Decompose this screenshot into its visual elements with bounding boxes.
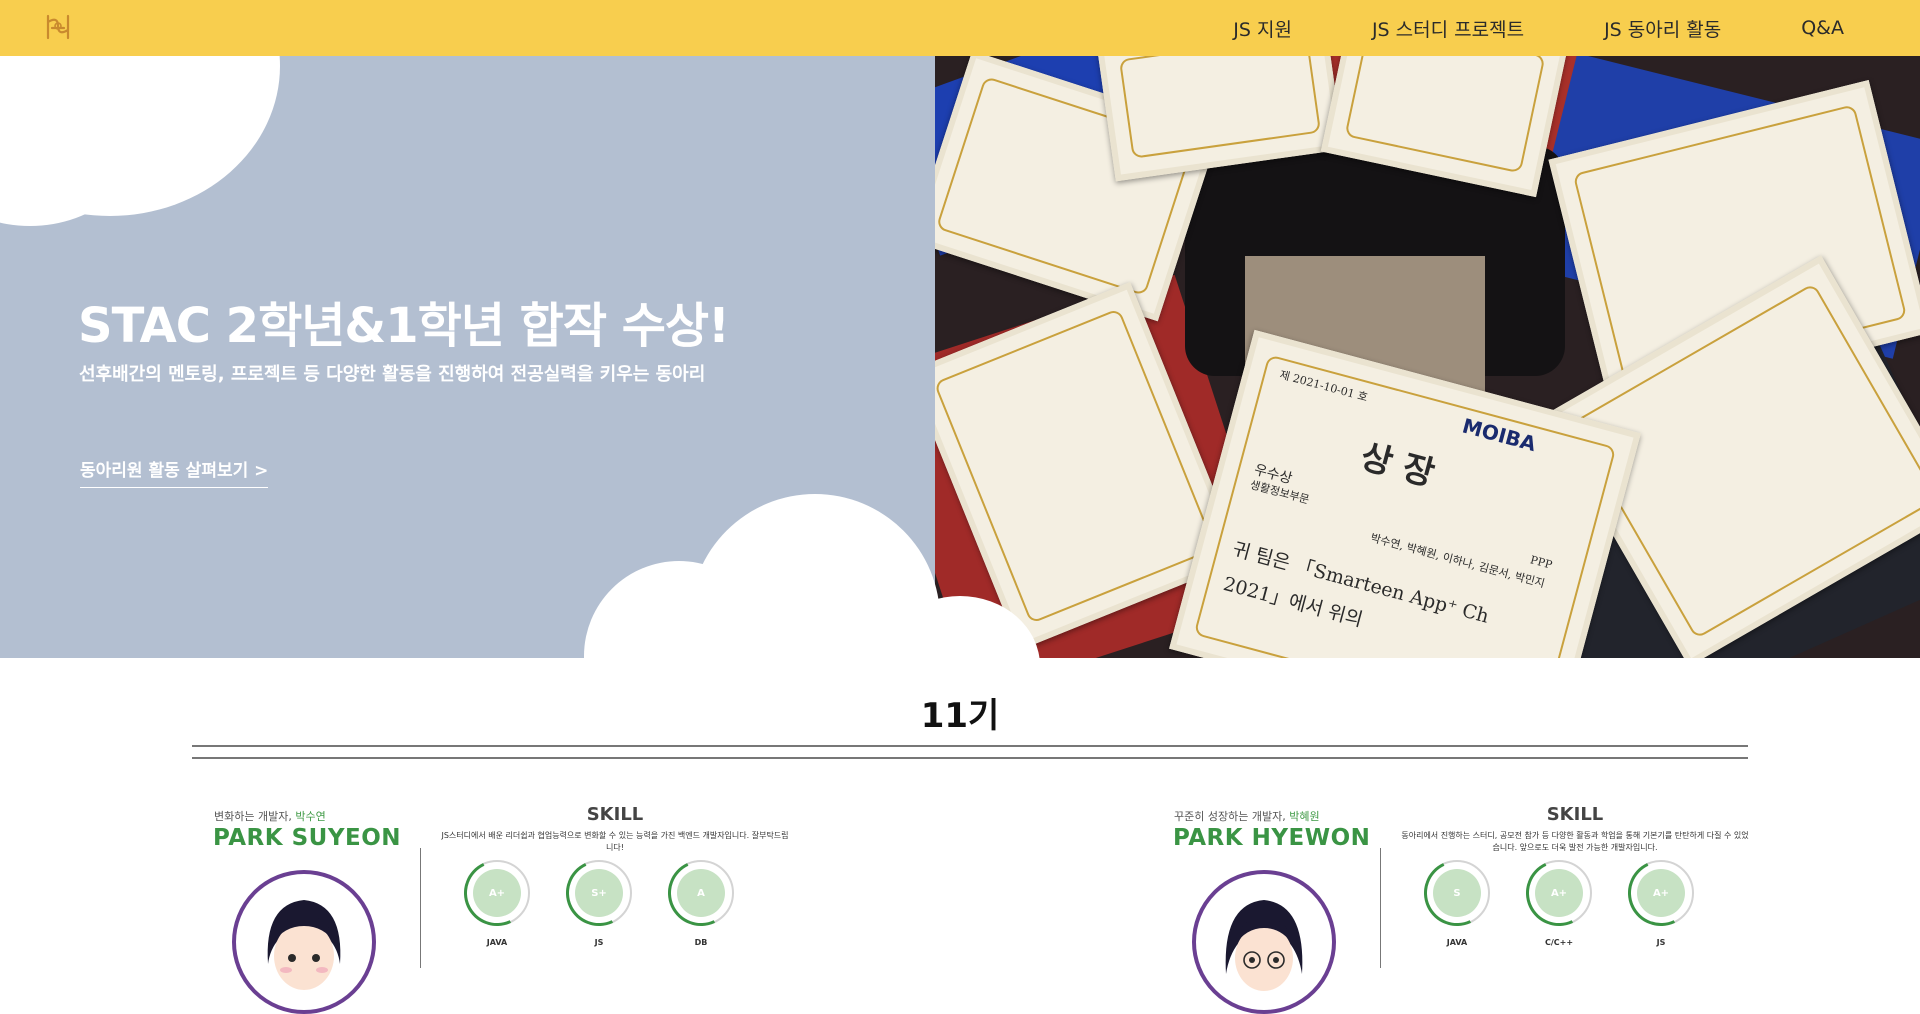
skill-badge: S+ JS — [556, 850, 642, 948]
skill-label: DB — [694, 938, 708, 947]
profile-korean-name: 박혜원 — [1289, 810, 1320, 823]
profile-name: PARK SUYEON — [213, 825, 401, 851]
certificate-main: 제 2021-10-01 호 MOIBA 상 장 우수상 생활정보부문 PPP … — [1169, 329, 1641, 658]
profile-korean-name: 박수연 — [295, 810, 326, 823]
skill-grade: A+ — [473, 869, 521, 917]
skill-grade: S — [1433, 869, 1481, 917]
nav-item-qna[interactable]: Q&A — [1801, 17, 1844, 39]
hero-title: STAC 2학년&1학년 합작 수상! — [78, 298, 730, 354]
skill-label: C/C++ — [1544, 938, 1574, 947]
skill-grade: S+ — [575, 869, 623, 917]
nav-item-js-club-activity[interactable]: JS 동아리 활동 — [1604, 15, 1721, 42]
skill-badge: A+ JAVA — [454, 850, 540, 948]
hero-banner: STAC 2학년&1학년 합작 수상! 선후배간의 멘토링, 프로젝트 등 다양… — [0, 56, 1920, 658]
avatar — [232, 870, 376, 1014]
skill-description: 동아리에서 진행하는 스터디, 공모전 참가 등 다양한 활동과 학업을 통해 … — [1401, 831, 1749, 852]
skill-grade: A+ — [1535, 869, 1583, 917]
generation-title: 11기 — [920, 696, 1000, 736]
profile-tagline: 변화하는 개발자, 박수연 — [214, 810, 326, 823]
skill-grade: A+ — [1637, 869, 1685, 917]
skill-label: JAVA — [1446, 938, 1468, 947]
skill-label: JS — [594, 938, 604, 947]
nav-item-js-study-project[interactable]: JS 스터디 프로젝트 — [1372, 15, 1524, 42]
member-profile-card[interactable]: 꾸준히 성장하는 개발자, 박혜원 PARK HYEWON SKILL 동아리에… — [1152, 800, 1772, 1014]
skill-label: JAVA — [486, 938, 508, 947]
award-certificates-photo: 제 2021-10-01 호 MOIBA 상 장 우수상 생활정보부문 PPP … — [935, 56, 1920, 658]
nav-item-js-apply[interactable]: JS 지원 — [1233, 15, 1292, 42]
skill-description: JS스터디에서 배운 리더쉽과 협업능력으로 변화할 수 있는 능력을 가진 백… — [441, 831, 789, 852]
top-nav-bar: JS 지원 JS 스터디 프로젝트 JS 동아리 활동 Q&A — [0, 0, 1920, 56]
member-profile-card[interactable]: 변화하는 개발자, 박수연 PARK SUYEON SKILL JS스터디에서 … — [192, 800, 812, 1014]
skill-badge: A DB — [658, 850, 744, 948]
skill-title: SKILL — [586, 804, 644, 825]
profile-divider — [420, 848, 421, 968]
skill-label: JS — [1656, 938, 1666, 947]
view-activities-link[interactable]: 동아리원 활동 살펴보기 > — [80, 456, 269, 488]
profile-name: PARK HYEWON — [1173, 825, 1371, 851]
skill-grade: A — [677, 869, 725, 917]
avatar — [1192, 870, 1336, 1014]
skill-badge: S JAVA — [1414, 850, 1500, 948]
skill-badge: A+ C/C++ — [1516, 850, 1602, 948]
section-divider-top — [192, 745, 1748, 747]
skill-title: SKILL — [1546, 804, 1604, 825]
section-divider-bottom — [192, 757, 1748, 759]
main-nav: JS 지원 JS 스터디 프로젝트 JS 동아리 활동 Q&A — [1233, 0, 1844, 56]
profile-tagline: 꾸준히 성장하는 개발자, 박혜원 — [1174, 810, 1320, 823]
profile-divider — [1380, 848, 1381, 968]
club-logo-icon[interactable] — [44, 12, 72, 42]
hero-subtitle: 선후배간의 멘토링, 프로젝트 등 다양한 활동을 진행하여 전공실력을 키우는… — [79, 364, 706, 385]
skill-badge: A+ JS — [1618, 850, 1704, 948]
